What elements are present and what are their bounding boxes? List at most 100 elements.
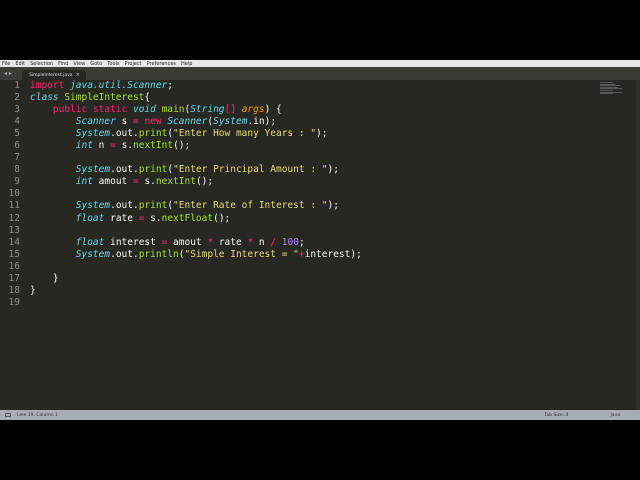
code-token: rate bbox=[218, 236, 248, 248]
code-line: 11 System.out.print("Enter Rate of Inter… bbox=[0, 200, 640, 212]
code-token: * bbox=[247, 236, 259, 248]
code-token: float bbox=[75, 212, 111, 224]
line-number: 12 bbox=[8, 212, 20, 224]
code-token: args bbox=[241, 104, 265, 116]
line-number: 19 bbox=[8, 296, 20, 308]
line-number: 5 bbox=[14, 128, 20, 140]
code-token: main bbox=[161, 104, 185, 116]
code-token: int bbox=[75, 176, 99, 188]
line-number: 9 bbox=[14, 176, 20, 188]
code-token: (); bbox=[173, 140, 191, 152]
status-bar: Line 19, Column 1 Tab Size: 4 Java bbox=[0, 410, 640, 420]
panel-toggle-icon[interactable] bbox=[5, 413, 11, 417]
code-token: = bbox=[110, 140, 122, 152]
menu-goto[interactable]: Goto bbox=[90, 61, 102, 67]
code-token: amout bbox=[173, 236, 208, 248]
code-token: [] bbox=[224, 104, 242, 116]
menu-find[interactable]: Find bbox=[58, 61, 68, 67]
tab-simpleinterest[interactable]: SimpleInterest.java × bbox=[22, 70, 86, 80]
line-number: 15 bbox=[8, 248, 20, 260]
line-number: 10 bbox=[8, 188, 20, 200]
line-number: 17 bbox=[8, 272, 20, 284]
code-token: import bbox=[30, 80, 71, 91]
code-token: int bbox=[75, 140, 99, 152]
code-line: 2 class SimpleInterest{ bbox=[0, 92, 640, 104]
code-line: 18} bbox=[0, 285, 640, 297]
code-token: ); bbox=[316, 128, 328, 140]
code-token: class bbox=[30, 92, 65, 104]
line-number: 18 bbox=[8, 284, 20, 296]
code-token: * bbox=[207, 236, 219, 248]
code-line: 13 bbox=[0, 225, 640, 237]
menu-preferences[interactable]: Preferences bbox=[147, 61, 176, 67]
code-line: 1 import java.util.Scanner; bbox=[0, 80, 640, 92]
code-token: public static bbox=[52, 104, 133, 116]
code-token: ); bbox=[327, 164, 339, 176]
menu-selection[interactable]: Selection bbox=[30, 61, 53, 67]
code-token: s. bbox=[144, 176, 156, 188]
menu-view[interactable]: View bbox=[73, 61, 85, 67]
syntax-mode[interactable]: Java bbox=[610, 413, 620, 418]
code-editor[interactable]: 1 import java.util.Scanner; 2 class SimpleI… bbox=[0, 80, 640, 410]
code-token: nextInt bbox=[133, 140, 174, 152]
code-token: SimpleInterest bbox=[64, 92, 145, 104]
tab-nav-arrows-icon[interactable]: ◂ ▸ bbox=[4, 70, 12, 77]
code-token: } bbox=[30, 272, 59, 284]
minimap[interactable] bbox=[600, 82, 622, 96]
code-line: 5 System.out.print("Enter How many Years… bbox=[0, 128, 640, 140]
tab-bar: ◂ ▸ SimpleInterest.java × bbox=[0, 67, 640, 80]
code-token: "Enter Rate of Interest : " bbox=[173, 200, 328, 212]
code-token: System bbox=[75, 128, 111, 140]
code-token: System bbox=[213, 116, 248, 128]
code-token: "Simple Interest = " bbox=[184, 248, 299, 260]
code-token: nextFloat bbox=[161, 212, 214, 224]
code-token: print bbox=[138, 164, 168, 176]
code-token: print bbox=[138, 200, 168, 212]
code-line: 19 bbox=[0, 297, 640, 309]
code-line: 9 int amout = s.nextInt(); bbox=[0, 176, 640, 188]
code-token: Scanner bbox=[75, 116, 122, 128]
close-tab-icon[interactable]: × bbox=[76, 72, 80, 78]
menu-bar: File Edit Selection Find View Goto Tools Projec… bbox=[0, 60, 640, 67]
code-token: "Enter How many Years : " bbox=[173, 128, 317, 140]
menu-project[interactable]: Project bbox=[125, 61, 142, 67]
menu-edit[interactable]: Edit bbox=[15, 61, 25, 67]
code-token: float bbox=[75, 236, 111, 248]
code-token: void bbox=[132, 104, 162, 116]
code-line: 15 System.out.println("Simple Interest =… bbox=[0, 249, 640, 261]
menu-tools[interactable]: Tools bbox=[107, 61, 119, 67]
code-token: interest bbox=[110, 236, 162, 248]
tab-size[interactable]: Tab Size: 4 bbox=[544, 413, 568, 418]
code-token: amout bbox=[98, 176, 133, 188]
code-token: = bbox=[132, 116, 145, 128]
line-number: 3 bbox=[14, 104, 20, 116]
menu-help[interactable]: Help bbox=[181, 61, 192, 67]
code-token: new bbox=[144, 116, 168, 128]
line-number: 8 bbox=[14, 164, 20, 176]
code-token: n bbox=[258, 236, 271, 248]
menu-file[interactable]: File bbox=[2, 61, 10, 67]
code-token: ; bbox=[167, 80, 174, 91]
code-token: rate bbox=[110, 212, 139, 224]
code-line: 16 bbox=[0, 261, 640, 273]
line-number: 2 bbox=[14, 92, 20, 104]
tab-title: SimpleInterest.java bbox=[29, 73, 73, 78]
code-token: .out. bbox=[110, 248, 139, 260]
code-line: 8 System.out.print("Enter Principal Amou… bbox=[0, 164, 640, 176]
scrollbar[interactable] bbox=[636, 80, 640, 410]
line-number: 13 bbox=[8, 224, 20, 236]
line-number: 14 bbox=[8, 236, 20, 248]
code-line: 14 float interest = amout * rate * n / 1… bbox=[0, 237, 640, 249]
cursor-position: Line 19, Column 1 bbox=[17, 412, 58, 418]
line-number: 16 bbox=[8, 260, 20, 272]
code-token: s. bbox=[150, 212, 162, 224]
code-token: (); bbox=[195, 176, 214, 188]
code-line: 10 bbox=[0, 188, 640, 200]
line-number: 6 bbox=[14, 140, 20, 152]
line-number: 7 bbox=[14, 152, 20, 164]
